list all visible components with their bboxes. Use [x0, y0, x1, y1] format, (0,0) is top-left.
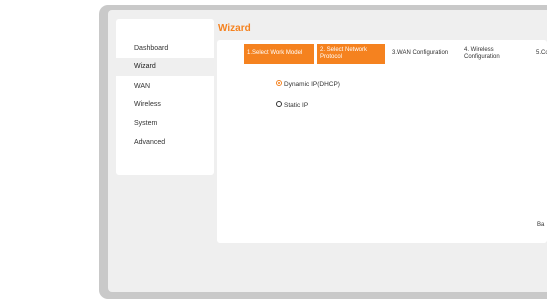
step-wan-configuration: 3.WAN Configuration: [392, 50, 449, 56]
sidebar-item-system[interactable]: System: [116, 115, 214, 133]
sidebar: Dashboard Wizard WAN Wireless System Adv…: [116, 19, 214, 175]
step-select-network-protocol: 2. Select Network Protocol: [317, 44, 385, 64]
sidebar-item-wan[interactable]: WAN: [116, 78, 214, 96]
dhcp-option-label: Dynamic IP(DHCP): [284, 81, 340, 88]
static-ip-option-label: Static IP: [284, 102, 309, 109]
step-5: 5.Co: [536, 50, 547, 56]
radio-checked-icon[interactable]: [276, 80, 282, 87]
back-button[interactable]: Ba: [537, 219, 547, 231]
radio-unchecked-icon[interactable]: [276, 101, 282, 108]
step-wireless-configuration: 4. Wireless Configuration: [464, 47, 500, 60]
sidebar-item-wizard[interactable]: Wizard: [116, 58, 214, 76]
sidebar-item-advanced[interactable]: Advanced: [116, 134, 214, 152]
static-ip-option[interactable]: Static IP: [276, 101, 308, 111]
main-panel: [217, 40, 547, 243]
dhcp-option[interactable]: Dynamic IP(DHCP): [276, 80, 340, 90]
sidebar-item-wireless[interactable]: Wireless: [116, 96, 214, 114]
step-select-work-model: 1.Select Work Model: [244, 44, 314, 64]
page-title: Wizard: [218, 23, 251, 34]
sidebar-item-dashboard[interactable]: Dashboard: [116, 40, 214, 58]
